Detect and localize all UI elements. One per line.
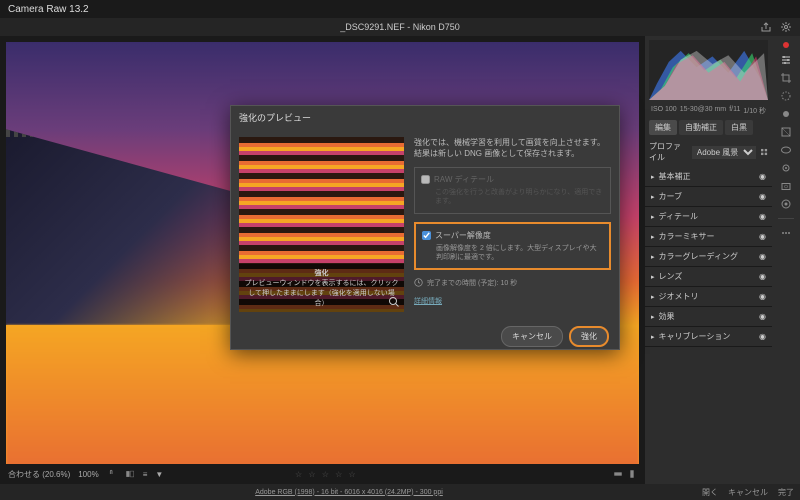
- time-estimate: 完了までの時間 (予定): 10 秒: [414, 278, 611, 288]
- metadata-link[interactable]: Adobe RGB (1998) - 16 bit - 6016 x 4016 …: [6, 489, 692, 496]
- acc-basic[interactable]: ▸基本補正◉: [645, 167, 772, 187]
- shutter-value: 1/10 秒: [743, 106, 766, 116]
- dialog-apply-button[interactable]: 強化: [569, 326, 609, 347]
- gradient-icon[interactable]: [780, 126, 792, 138]
- file-bar: _DSC9291.NEF - Nikon D750: [0, 18, 800, 36]
- rating-stars[interactable]: ☆ ☆ ☆ ☆ ☆: [295, 470, 358, 479]
- adjustments-accordion: ▸基本補正◉ ▸カーブ◉ ▸ディテール◉ ▸カラーミキサー◉ ▸カラーグレーディ…: [645, 167, 772, 484]
- acc-geometry[interactable]: ▸ジオメトリ◉: [645, 287, 772, 307]
- right-panel: ISO 100 15-30@30 mm f/11 1/10 秒 編集 自動補正 …: [645, 36, 800, 484]
- cancel-button[interactable]: キャンセル: [728, 487, 768, 498]
- raw-detail-label: RAW ディテール: [434, 174, 494, 185]
- dialog-title: 強化のプレビュー: [231, 106, 619, 129]
- profile-select[interactable]: Adobe 風景: [692, 146, 756, 159]
- tab-bw[interactable]: 白黒: [725, 120, 753, 135]
- warning-dot[interactable]: [783, 42, 789, 48]
- more-info-link[interactable]: 詳細情報: [414, 296, 611, 306]
- open-button[interactable]: 開く: [702, 487, 718, 498]
- heal-icon[interactable]: [780, 90, 792, 102]
- super-resolution-sub: 画像解像度を 2 倍にします。大型ディスプレイや大判印刷に最適です。: [422, 244, 603, 262]
- edit-tabs: 編集 自動補正 白黒: [645, 118, 772, 137]
- brush-icon[interactable]: [780, 108, 792, 120]
- filmstrip-v-icon[interactable]: [627, 468, 637, 480]
- super-resolution-checkbox[interactable]: [422, 231, 431, 240]
- filter-icon[interactable]: ▼: [155, 470, 163, 479]
- preview-caption: プレビューウィンドウを表示するには、クリックして押したままにします（強化を適用し…: [243, 278, 400, 308]
- acc-effects[interactable]: ▸効果◉: [645, 307, 772, 327]
- tab-edit[interactable]: 編集: [649, 120, 677, 135]
- profile-label: プロファイル: [649, 141, 688, 163]
- super-resolution-option[interactable]: スーパー解像度 画像解像度を 2 倍にします。大型ディスプレイや大判印刷に最適で…: [414, 222, 611, 270]
- bottom-bar: Adobe RGB (1998) - 16 bit - 6016 x 4016 …: [0, 484, 800, 500]
- lens-value: 15-30@30 mm: [680, 106, 726, 116]
- status-line: 合わせる (20.6%) 100% ≡ ▼ ☆ ☆ ☆ ☆ ☆: [0, 464, 645, 484]
- camera-name: Nikon D750: [413, 22, 460, 32]
- enhance-dialog: 強化のプレビュー 強化 プレビューウィンドウを表示するには、クリックして押したま…: [230, 105, 620, 350]
- app-title: Camera Raw 13.2: [8, 4, 89, 15]
- zoom-icon[interactable]: [388, 296, 400, 308]
- redeye-icon[interactable]: [780, 162, 792, 174]
- share-icon[interactable]: [760, 21, 772, 33]
- preview-box[interactable]: 強化 プレビューウィンドウを表示するには、クリックして押したままにします（強化を…: [239, 137, 404, 312]
- file-name: _DSC9291.NEF: [340, 22, 405, 32]
- crop-icon[interactable]: [780, 72, 792, 84]
- more-icon[interactable]: [780, 227, 792, 239]
- acc-calibration[interactable]: ▸キャリブレーション◉: [645, 327, 772, 347]
- acc-colorgrade[interactable]: ▸カラーグレーディング◉: [645, 247, 772, 267]
- acc-curve[interactable]: ▸カーブ◉: [645, 187, 772, 207]
- preview-title: 強化: [243, 268, 400, 278]
- grid-icon[interactable]: [760, 147, 768, 157]
- fit-zoom[interactable]: 合わせる (20.6%): [8, 469, 70, 480]
- compare-icon[interactable]: [125, 468, 135, 480]
- profile-row: プロファイル Adobe 風景: [645, 137, 772, 167]
- tab-auto[interactable]: 自動補正: [679, 120, 723, 135]
- radial-icon[interactable]: [780, 144, 792, 156]
- filmstrip-h-icon[interactable]: [613, 468, 623, 480]
- snapshot-icon[interactable]: [780, 180, 792, 192]
- raw-detail-sub: この強化を行うと改善がより明らかになり、適用できます。: [421, 188, 604, 206]
- hand-icon[interactable]: [107, 468, 117, 480]
- gear-icon[interactable]: [780, 21, 792, 33]
- tool-strip: [772, 36, 800, 484]
- preset-icon[interactable]: [780, 198, 792, 210]
- sliders-icon[interactable]: [780, 54, 792, 66]
- super-resolution-label: スーパー解像度: [435, 230, 491, 241]
- acc-detail[interactable]: ▸ディテール◉: [645, 207, 772, 227]
- histogram-info: ISO 100 15-30@30 mm f/11 1/10 秒: [645, 104, 772, 118]
- clock-icon: [414, 278, 423, 287]
- zoom-100[interactable]: 100%: [78, 470, 98, 479]
- acc-lens[interactable]: ▸レンズ◉: [645, 267, 772, 287]
- aperture-value: f/11: [729, 106, 740, 116]
- iso-value: ISO 100: [651, 106, 677, 116]
- histogram[interactable]: [649, 40, 768, 100]
- dialog-desc: 強化では、機械学習を利用して画質を向上させます。結果は新しい DNG 画像として…: [414, 137, 611, 159]
- dialog-cancel-button[interactable]: キャンセル: [501, 326, 563, 347]
- app-titlebar: Camera Raw 13.2: [0, 0, 800, 18]
- raw-detail-option: RAW ディテール この強化を行うと改善がより明らかになり、適用できます。: [414, 167, 611, 213]
- raw-detail-checkbox: [421, 175, 430, 184]
- acc-colormix[interactable]: ▸カラーミキサー◉: [645, 227, 772, 247]
- done-button[interactable]: 完了: [778, 487, 794, 498]
